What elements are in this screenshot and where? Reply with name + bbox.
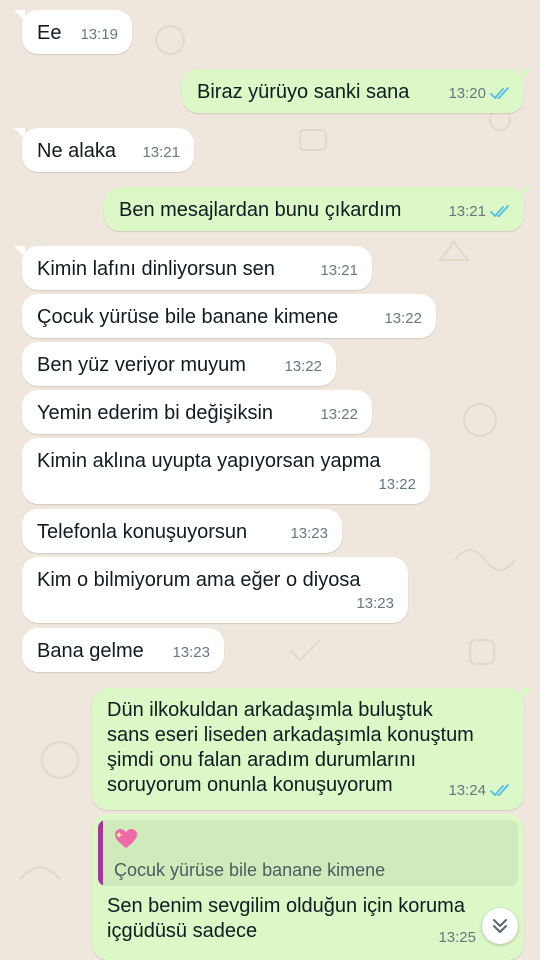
- message-text: Kim o bilmiyorum ama eğer o diyosa: [37, 569, 361, 591]
- message-text: Sen benim sevgilim olduğun için koruma i…: [107, 895, 465, 942]
- message-time: 13:19: [80, 26, 118, 43]
- message-text: Telefonla konuşuyorsun: [37, 521, 248, 543]
- message-time: 13:23: [356, 595, 394, 612]
- message-time: 13:20: [448, 85, 486, 102]
- message-text: Biraz yürüyo sanki sana: [197, 81, 410, 103]
- message-text: Kimin aklına uyupta yapıyorsan yapma: [37, 450, 381, 472]
- message-text: Kimin lafını dinliyorsun sen: [37, 258, 275, 280]
- double-check-icon: [490, 86, 509, 99]
- message-text: Bana gelme: [37, 640, 144, 662]
- message-text: Dün ilkokuldan arkadaşımla buluştuk sans…: [107, 699, 474, 796]
- message-meta: 13:21: [448, 199, 512, 224]
- message-meta: 13:24: [448, 778, 512, 803]
- message-incoming[interactable]: Ee 13:19: [14, 10, 132, 54]
- message-incoming[interactable]: Yemin ederim bi değişiksin 13:22: [22, 390, 372, 434]
- message-outgoing[interactable]: Ben mesajlardan bunu çıkardım 13:21: [104, 187, 532, 231]
- quoted-text: Çocuk yürüse bile banane kimene: [114, 860, 386, 880]
- message-text: Ben mesajlardan bunu çıkardım: [119, 199, 402, 221]
- message-text: Ee: [37, 22, 62, 44]
- message-time: 13:21: [448, 203, 486, 220]
- message-text: Çocuk yürüse bile banane kimene: [37, 306, 339, 328]
- message-incoming[interactable]: Bana gelme 13:23: [22, 628, 224, 672]
- message-time: 13:24: [448, 782, 486, 799]
- sparkling-heart-icon: [115, 829, 137, 848]
- message-text: Ne alaka: [37, 140, 116, 162]
- message-incoming[interactable]: Ben yüz veriyor muyum 13:22: [22, 342, 336, 386]
- message-time: 13:21: [320, 262, 358, 279]
- message-text: Yemin ederim bi değişiksin: [37, 402, 274, 424]
- message-meta: 13:20: [448, 81, 512, 106]
- message-outgoing[interactable]: Dün ilkokuldan arkadaşımla buluştuk sans…: [92, 688, 532, 810]
- message-incoming[interactable]: Kimin aklına uyupta yapıyorsan yapma 13:…: [22, 438, 430, 504]
- double-check-icon: [490, 783, 509, 796]
- message-incoming[interactable]: Ne alaka 13:21: [14, 128, 194, 172]
- double-chevron-down-icon: [493, 919, 507, 933]
- message-meta: 13:25: [438, 925, 476, 950]
- message-outgoing[interactable]: Biraz yürüyo sanki sana 13:20: [182, 69, 532, 113]
- message-time: 13:21: [142, 144, 180, 161]
- message-incoming[interactable]: Çocuk yürüse bile banane kimene 13:22: [22, 294, 436, 338]
- message-time: 13:23: [290, 525, 328, 542]
- message-incoming[interactable]: Kimin lafını dinliyorsun sen 13:21: [14, 246, 372, 290]
- message-incoming[interactable]: Telefonla konuşuyorsun 13:23: [22, 509, 342, 553]
- message-time: 13:22: [384, 310, 422, 327]
- message-text: Ben yüz veriyor muyum: [37, 354, 246, 376]
- message-time: 13:22: [320, 406, 358, 423]
- message-outgoing-reply[interactable]: Çocuk yürüse bile banane kimene Sen beni…: [92, 814, 524, 960]
- message-time: 13:22: [284, 358, 322, 375]
- quoted-message[interactable]: Çocuk yürüse bile banane kimene: [98, 820, 518, 886]
- message-incoming[interactable]: Kim o bilmiyorum ama eğer o diyosa 13:23: [22, 557, 408, 623]
- scroll-to-bottom-button[interactable]: [482, 908, 518, 944]
- message-time: 13:25: [438, 929, 476, 946]
- message-time: 13:22: [378, 476, 416, 493]
- chat-view[interactable]: Ee 13:19 Biraz yürüyo sanki sana 13:20 N…: [0, 0, 540, 960]
- quote-bar: [98, 820, 103, 886]
- double-check-icon: [490, 204, 509, 217]
- message-time: 13:23: [172, 644, 210, 661]
